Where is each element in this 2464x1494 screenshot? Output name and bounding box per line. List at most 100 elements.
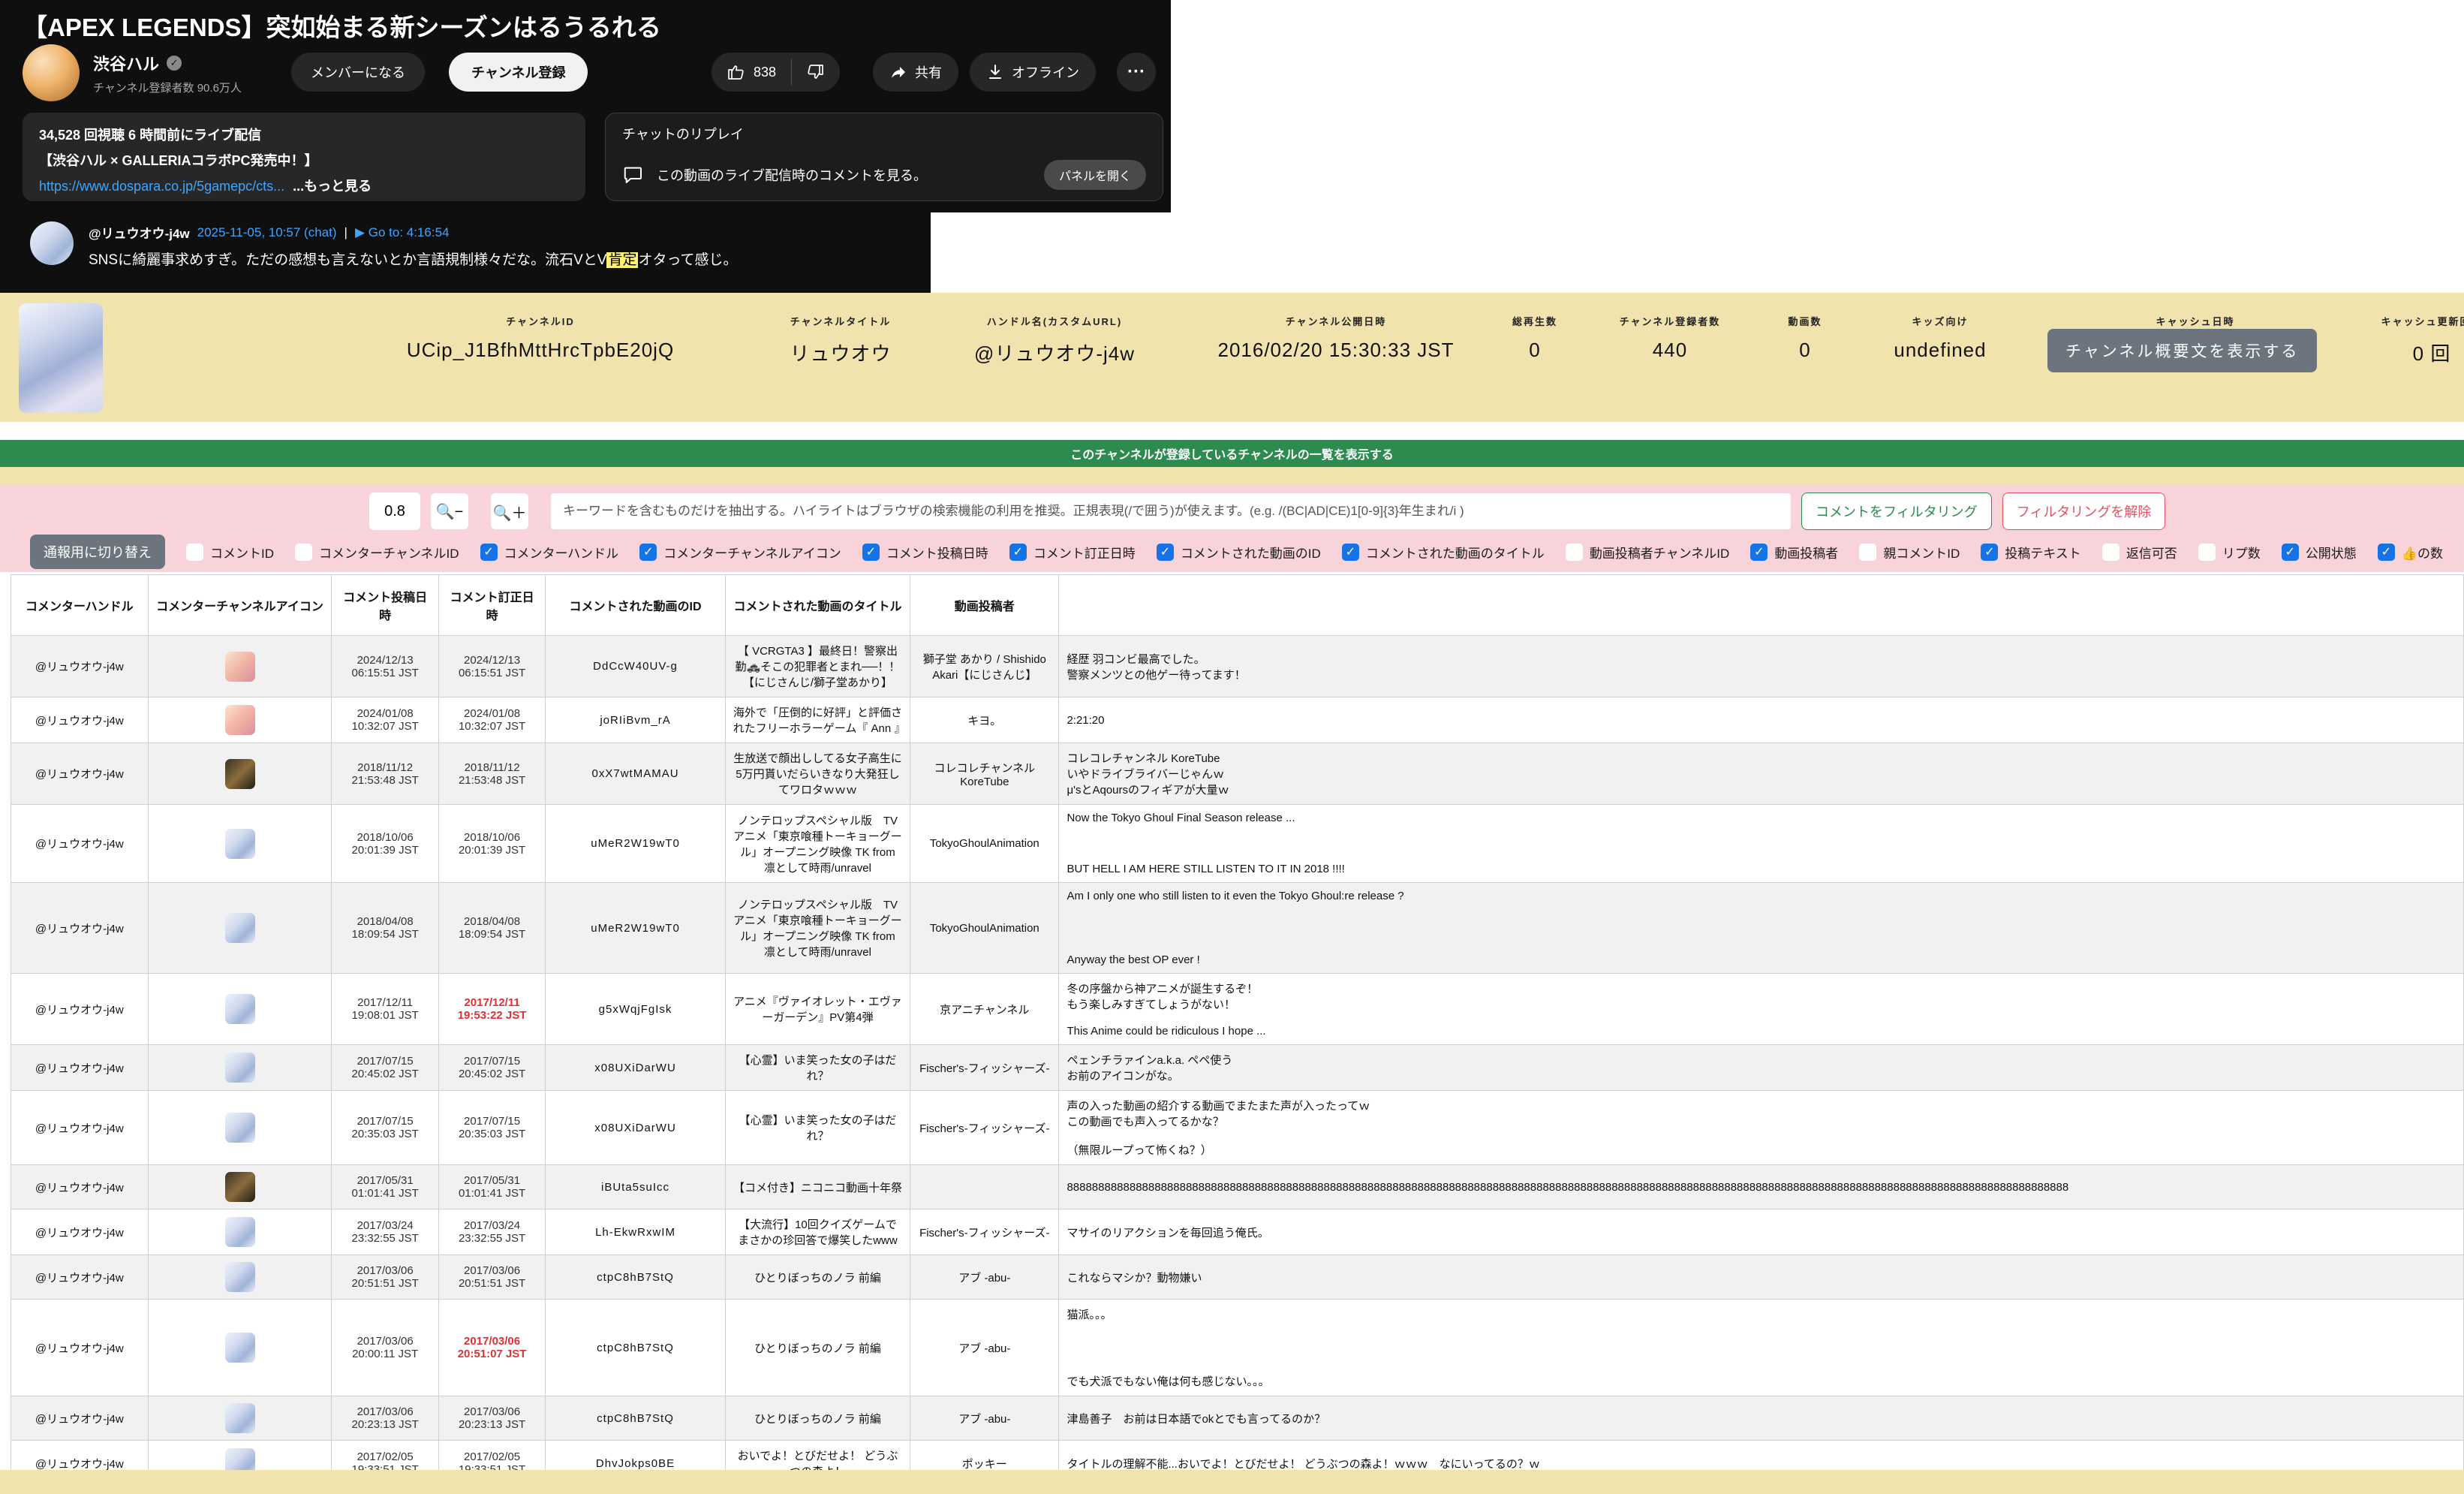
column-checkbox[interactable]: 親コメントID <box>1859 543 1960 562</box>
share-icon <box>889 63 907 81</box>
subscriptions-toggle-bar[interactable]: このチャンネルが登録しているチャンネルの一覧を表示する <box>0 440 2464 467</box>
apply-filter-button[interactable]: コメントをフィルタリング <box>1801 492 1992 530</box>
commenter-channel-icon[interactable] <box>225 994 255 1024</box>
threshold-input[interactable] <box>369 492 420 530</box>
comment-text-cell: これならマシか？動物嫌い <box>1059 1255 2464 1300</box>
separator: | <box>344 225 347 240</box>
video-uploader-cell <box>910 1165 1059 1209</box>
comment-posted-cell: 2017/03/06 20:51:51 JST <box>332 1255 438 1300</box>
comment-posted-cell: 2017/05/31 01:01:41 JST <box>332 1165 438 1209</box>
commenter-channel-icon[interactable] <box>225 913 255 943</box>
checkbox-unchecked-icon[interactable] <box>1566 544 1583 561</box>
description-line: 【渋谷ハル × GALLERIAコラボPC発売中！】 <box>39 150 569 170</box>
like-button[interactable]: 838 <box>712 53 791 92</box>
column-checkbox[interactable]: ✓👍の数 <box>2378 543 2443 562</box>
commenter-channel-icon[interactable] <box>225 1113 255 1143</box>
open-panel-button[interactable]: パネルを開く <box>1044 160 1146 190</box>
channel-avatar[interactable] <box>23 44 80 101</box>
checkbox-unchecked-icon[interactable] <box>2198 544 2216 561</box>
checkbox-checked-icon[interactable]: ✓ <box>1009 544 1027 561</box>
column-checkbox[interactable]: ✓コメンターハンドル <box>480 543 619 562</box>
show-channel-summary-button[interactable]: チャンネル概要文を表示する <box>2047 329 2317 372</box>
comment-posted-cell: 2024/01/08 10:32:07 JST <box>332 697 438 743</box>
commenter-handle-cell: @リュウオウ-j4w <box>11 636 149 697</box>
goto-timestamp-link[interactable]: ▶ Go to: 4:16:54 <box>355 225 450 240</box>
commenter-channel-icon[interactable] <box>225 1053 255 1083</box>
channel-field: ハンドル名(カスタムURL)@リュウオウ-j4w <box>931 314 1178 366</box>
clear-filter-button[interactable]: フィルタリングを解除 <box>2002 492 2166 530</box>
video-description-box[interactable]: 34,528 回視聴 6 時間前にライブ配信 【渋谷ハル × GALLERIAコ… <box>23 113 585 201</box>
checkbox-checked-icon[interactable]: ✓ <box>480 544 498 561</box>
commenter-channel-icon[interactable] <box>225 759 255 789</box>
commenter-channel-icon[interactable] <box>225 1217 255 1247</box>
comment-text-cell: コレコレチャンネル KoreTube いやドライブライバーじゃんｗ μ'sとAq… <box>1059 743 2464 805</box>
keyword-search-input[interactable] <box>551 493 1791 529</box>
column-checkbox[interactable]: ✓コメント投稿日時 <box>862 543 988 562</box>
column-checkbox[interactable]: 返信可否 <box>2102 543 2177 562</box>
chat-replay-desc: この動画のライブ配信時のコメントを見る。 <box>657 165 1032 185</box>
checkbox-label: 動画投稿者 <box>1774 543 1838 562</box>
column-checkbox[interactable]: コメントID <box>186 543 274 562</box>
checkbox-checked-icon[interactable]: ✓ <box>1342 544 1359 561</box>
video-player-section: 【APEX LEGENDS】突如始まる新シーズンはるうるれる 渋谷ハル ✓ チャ… <box>0 0 1171 212</box>
channel-name[interactable]: 渋谷ハル <box>93 51 159 75</box>
channel-field: 動画数0 <box>1764 314 1846 362</box>
column-checkbox[interactable]: ✓ 公開状態 <box>2282 543 2357 562</box>
checkbox-checked-icon[interactable]: ✓ <box>1981 544 1998 561</box>
more-actions-button[interactable]: ··· <box>1117 53 1156 92</box>
checkbox-checked-icon[interactable]: ✓ <box>2378 544 2395 561</box>
checkbox-checked-icon[interactable]: ✓ <box>1750 544 1768 561</box>
column-checkbox[interactable]: ✓ 動画投稿者 <box>1750 543 1838 562</box>
commenter-handle-cell: @リュウオウ-j4w <box>11 697 149 743</box>
commenter-avatar[interactable] <box>30 221 74 265</box>
show-more-link[interactable]: ...もっと見る <box>293 179 372 194</box>
checkbox-unchecked-icon[interactable] <box>186 544 203 561</box>
comment-text-before: SNSに綺麗事求めすぎ。ただの感想も言えないとか言語規制様々だな。流石VとV <box>89 252 606 268</box>
description-link[interactable]: https://www.dospara.co.jp/5gamepc/cts... <box>39 179 284 194</box>
checkbox-unchecked-icon[interactable] <box>295 544 312 561</box>
commenter-channel-icon[interactable] <box>225 829 255 859</box>
commenter-icon-cell <box>148 1255 332 1300</box>
checkbox-checked-icon[interactable]: ✓ <box>2282 544 2299 561</box>
checkbox-checked-icon[interactable]: ✓ <box>639 544 657 561</box>
comment-posted-cell: 2017/07/15 20:45:02 JST <box>332 1045 438 1091</box>
commenter-channel-icon[interactable] <box>225 652 255 682</box>
checkbox-checked-icon[interactable]: ✓ <box>1157 544 1174 561</box>
dislike-button[interactable] <box>792 53 840 92</box>
column-checkbox[interactable]: ✓投稿テキスト <box>1981 543 2081 562</box>
checkbox-label: 公開状態 <box>2306 543 2357 562</box>
comment-text-cell: 経歴 羽コンビ最高でした。 警察メンツとの他ゲー待ってます！ <box>1059 636 2464 697</box>
commenter-channel-icon[interactable] <box>225 1262 255 1292</box>
commenter-channel-icon[interactable] <box>225 1333 255 1363</box>
commenter-channel-icon[interactable] <box>225 1403 255 1433</box>
column-checkbox[interactable]: ✓コメント訂正日時 <box>1009 543 1136 562</box>
video-title-cell: 生放送で顔出ししてる女子高生に5万円貰いだらいきなり大発狂してワロタｗｗｗ <box>725 743 910 805</box>
commenter-channel-icon[interactable] <box>225 705 255 735</box>
thumbs-up-icon <box>727 63 745 81</box>
commenter-handle-cell: @リュウオウ-j4w <box>11 805 149 883</box>
chat-replay-title: チャットのリプレイ <box>622 124 1146 143</box>
subscribe-button[interactable]: チャンネル登録 <box>449 53 588 92</box>
table-row: @リュウオウ-j4w2024/12/13 06:15:51 JST2024/12… <box>11 636 2464 697</box>
checkbox-unchecked-icon[interactable] <box>2102 544 2120 561</box>
checkbox-checked-icon[interactable]: ✓ <box>862 544 880 561</box>
report-mode-button[interactable]: 通報用に切り替え <box>30 535 165 569</box>
commenter-channel-icon[interactable] <box>225 1172 255 1202</box>
field-label: キャッシュ日時 <box>2034 314 2357 328</box>
column-checkbox[interactable]: ✓コメンターチャンネルアイコン <box>639 543 841 562</box>
commenter-handle[interactable]: @リュウオウ-j4w <box>89 223 190 242</box>
column-checkbox[interactable]: コメンターチャンネルID <box>295 543 459 562</box>
column-checkbox[interactable]: ✓コメントされた動画のタイトル <box>1342 543 1545 562</box>
column-checkbox[interactable]: リプ数 <box>2198 543 2261 562</box>
share-button[interactable]: 共有 <box>873 53 958 92</box>
zoom-in-button[interactable]: 🔍＋ <box>491 493 528 529</box>
offline-button[interactable]: オフライン <box>970 53 1096 92</box>
commenter-icon-cell <box>148 636 332 697</box>
zoom-out-button[interactable]: 🔍− <box>431 493 468 529</box>
column-checkbox[interactable]: 動画投稿者チャンネルID <box>1566 543 1730 562</box>
video-id-cell: ctpC8hB7StQ <box>546 1255 725 1300</box>
comment-posted-cell: 2017/12/11 19:08:01 JST <box>332 974 438 1045</box>
membership-button[interactable]: メンバーになる <box>291 53 425 92</box>
checkbox-unchecked-icon[interactable] <box>1859 544 1876 561</box>
column-checkbox[interactable]: ✓コメントされた動画のID <box>1157 543 1321 562</box>
